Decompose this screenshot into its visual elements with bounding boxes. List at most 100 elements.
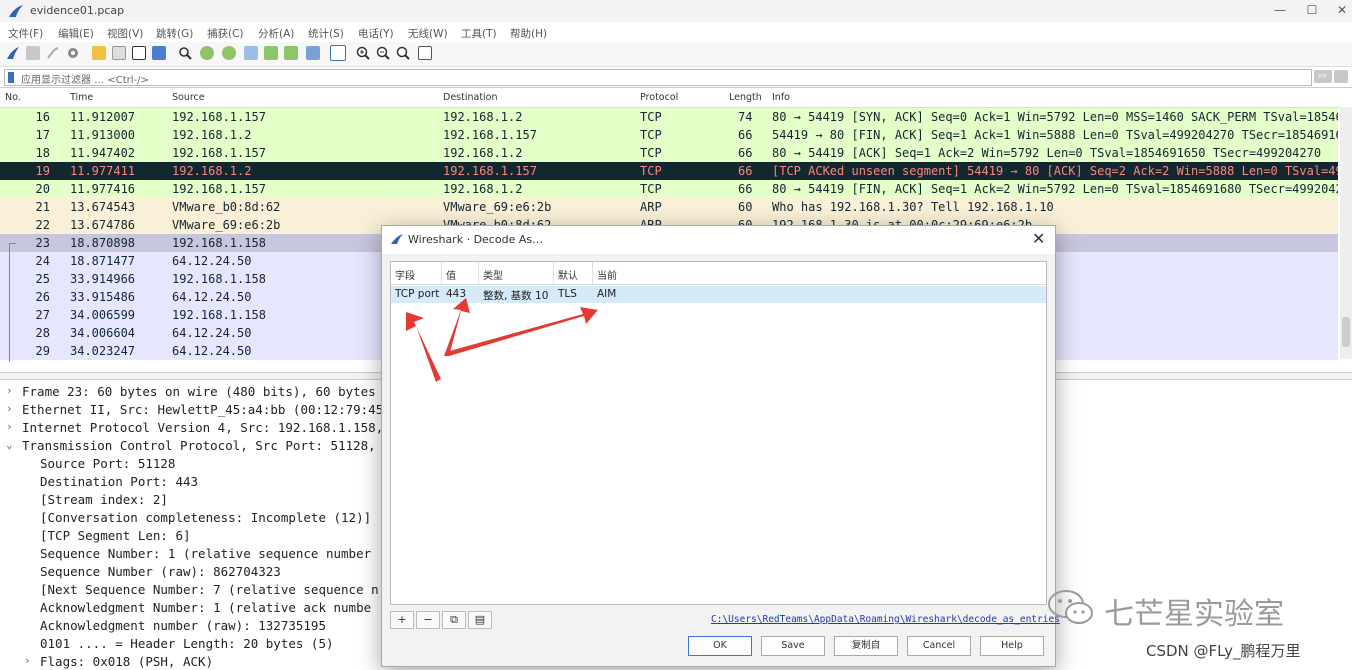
packet-cell-dst: VMware_69:e6:2b <box>443 200 552 214</box>
apply-filter-button[interactable]: ⇨ <box>1314 70 1332 83</box>
packet-row[interactable]: 21 13.674543 VMware_b0:8d:62 VMware_69:e6:2… <box>0 198 1338 216</box>
zoom-in-icon[interactable] <box>356 46 370 60</box>
detail-field[interactable]: [TCP Segment Len: 6] <box>40 528 191 543</box>
find-packet-icon[interactable] <box>178 46 192 60</box>
col-field[interactable]: 字段 <box>391 262 442 284</box>
close-window-button[interactable]: ✕ <box>1334 3 1350 17</box>
remove-entry-button[interactable]: − <box>416 611 440 629</box>
menu-view[interactable]: 视图(V) <box>107 26 143 41</box>
detail-field[interactable]: › Flags: 0x018 (PSH, ACK) <box>24 654 214 669</box>
menu-wireless[interactable]: 无线(W) <box>408 26 448 41</box>
detail-field[interactable]: [Stream index: 2] <box>40 492 168 507</box>
col-info[interactable]: Info <box>772 92 790 103</box>
col-destination[interactable]: Destination <box>443 92 498 103</box>
close-file-icon[interactable] <box>132 46 146 60</box>
save-button[interactable]: Save <box>761 636 825 656</box>
open-file-icon[interactable] <box>92 46 106 60</box>
copy-from-button[interactable]: 复制自 <box>834 636 898 656</box>
scrollbar-thumb[interactable] <box>1342 317 1350 347</box>
normal-size-icon[interactable] <box>396 46 410 60</box>
help-button[interactable]: Help <box>980 636 1044 656</box>
decode-as-row[interactable]: TCP port 443 整数, 基数 10 TLS AIM <box>391 286 1046 303</box>
menu-help[interactable]: 帮助(H) <box>510 26 547 41</box>
minimize-button[interactable]: — <box>1272 3 1288 17</box>
col-protocol[interactable]: Protocol <box>640 92 678 103</box>
packet-row[interactable]: 16 11.912007 192.168.1.157 192.168.1.2 TCP 74… <box>0 108 1338 126</box>
detail-text: [Next Sequence Number: 7 (relative seque… <box>40 582 379 597</box>
maximize-button[interactable]: ☐ <box>1304 3 1320 17</box>
packet-cell-src: 64.12.24.50 <box>172 254 252 268</box>
col-no[interactable]: No. <box>5 92 21 103</box>
add-entry-button[interactable]: + <box>390 611 414 629</box>
detail-text: Transmission Control Protocol, Src Port:… <box>22 438 399 453</box>
autoscroll-icon[interactable] <box>306 46 320 60</box>
collapse-chevron-icon[interactable]: ⌄ <box>6 438 13 451</box>
menu-tools[interactable]: 工具(T) <box>461 26 497 41</box>
start-capture-icon[interactable] <box>6 46 20 60</box>
reload-file-icon[interactable] <box>152 46 166 60</box>
col-type[interactable]: 类型 <box>479 262 554 284</box>
stop-capture-icon[interactable] <box>26 46 40 60</box>
config-path-link[interactable]: C:\Users\RedTeams\AppData\Roaming\Wiresh… <box>711 614 1060 625</box>
bookmark-icon[interactable] <box>8 72 14 83</box>
col-default[interactable]: 默认 <box>554 262 593 284</box>
detail-tree-node[interactable]: › Ethernet II, Src: HewlettP_45:a4:bb (00… <box>6 402 398 417</box>
row-current[interactable]: AIM <box>597 288 616 300</box>
capture-options-icon[interactable] <box>66 46 80 60</box>
detail-field[interactable]: [Conversation completeness: Incomplete (… <box>40 510 371 525</box>
resize-columns-icon[interactable] <box>418 46 432 60</box>
col-current[interactable]: 当前 <box>593 262 653 284</box>
menu-analyze[interactable]: 分析(A) <box>258 26 294 41</box>
dialog-close-icon[interactable]: ✕ <box>1032 229 1045 248</box>
detail-field[interactable]: Destination Port: 443 <box>40 474 198 489</box>
menu-capture[interactable]: 捕获(C) <box>207 26 244 41</box>
detail-field[interactable]: Sequence Number: 1 (relative sequence nu… <box>40 546 371 561</box>
detail-tree-node[interactable]: › Frame 23: 60 bytes on wire (480 bits), … <box>6 384 398 399</box>
col-length[interactable]: Length <box>729 92 762 103</box>
packet-list-scrollbar[interactable] <box>1340 107 1352 359</box>
detail-field[interactable]: Acknowledgment Number: 1 (relative ack n… <box>40 600 371 615</box>
menu-file[interactable]: 文件(F) <box>8 26 43 41</box>
save-file-icon[interactable] <box>112 46 126 60</box>
detail-text: Flags: 0x018 (PSH, ACK) <box>40 654 214 669</box>
menu-telephony[interactable]: 电话(Y) <box>358 26 394 41</box>
packet-row[interactable]: 18 11.947402 192.168.1.157 192.168.1.2 TCP 66… <box>0 144 1338 162</box>
packet-row[interactable]: 17 11.913000 192.168.1.2 192.168.1.157 TCP 66… <box>0 126 1338 144</box>
colorize-icon[interactable] <box>330 45 346 61</box>
col-time[interactable]: Time <box>70 92 93 103</box>
detail-tree-node[interactable]: › Internet Protocol Version 4, Src: 192.1… <box>6 420 398 435</box>
clear-entries-button[interactable]: ▤ <box>468 611 492 629</box>
go-back-icon[interactable] <box>200 46 214 60</box>
expand-chevron-icon[interactable]: › <box>6 420 13 433</box>
packet-row[interactable]: 20 11.977416 192.168.1.157 192.168.1.2 TCP 66… <box>0 180 1338 198</box>
detail-field[interactable]: 0101 .... = Header Length: 20 bytes (5) <box>40 636 334 651</box>
go-to-packet-icon[interactable] <box>244 46 258 60</box>
detail-tree-node[interactable]: ⌄ Transmission Control Protocol, Src Port… <box>6 438 399 453</box>
packet-cell-dst: 192.168.1.2 <box>443 182 523 196</box>
display-filter-input[interactable]: 应用显示过滤器 … <Ctrl-/> <box>4 69 1312 86</box>
add-filter-button[interactable] <box>1334 70 1348 83</box>
row-value[interactable]: 443 <box>446 288 466 300</box>
zoom-out-icon[interactable] <box>376 46 390 60</box>
cancel-button[interactable]: Cancel <box>907 636 971 656</box>
expand-chevron-icon[interactable]: › <box>6 402 13 415</box>
menu-edit[interactable]: 编辑(E) <box>58 26 94 41</box>
detail-field[interactable]: Sequence Number (raw): 862704323 <box>40 564 281 579</box>
ok-button[interactable]: OK <box>688 636 752 656</box>
detail-field[interactable]: Acknowledgment number (raw): 132735195 <box>40 618 326 633</box>
last-packet-icon[interactable] <box>284 46 298 60</box>
go-forward-icon[interactable] <box>222 46 236 60</box>
restart-capture-icon[interactable] <box>46 46 60 60</box>
copy-entry-button[interactable]: ⧉ <box>442 611 466 629</box>
packet-row[interactable]: 19 11.977411 192.168.1.2 192.168.1.157 TCP 66… <box>0 162 1338 180</box>
menu-go[interactable]: 跳转(G) <box>156 26 193 41</box>
detail-field[interactable]: [Next Sequence Number: 7 (relative seque… <box>40 582 379 597</box>
expand-chevron-icon[interactable]: › <box>6 384 13 397</box>
col-value[interactable]: 值 <box>442 262 479 284</box>
detail-field[interactable]: Source Port: 51128 <box>40 456 175 471</box>
expand-chevron-icon[interactable]: › <box>24 654 31 667</box>
menu-statistics[interactable]: 统计(S) <box>308 26 344 41</box>
packet-cell-time: 18.870898 <box>70 236 136 250</box>
col-source[interactable]: Source <box>172 92 205 103</box>
first-packet-icon[interactable] <box>264 46 278 60</box>
